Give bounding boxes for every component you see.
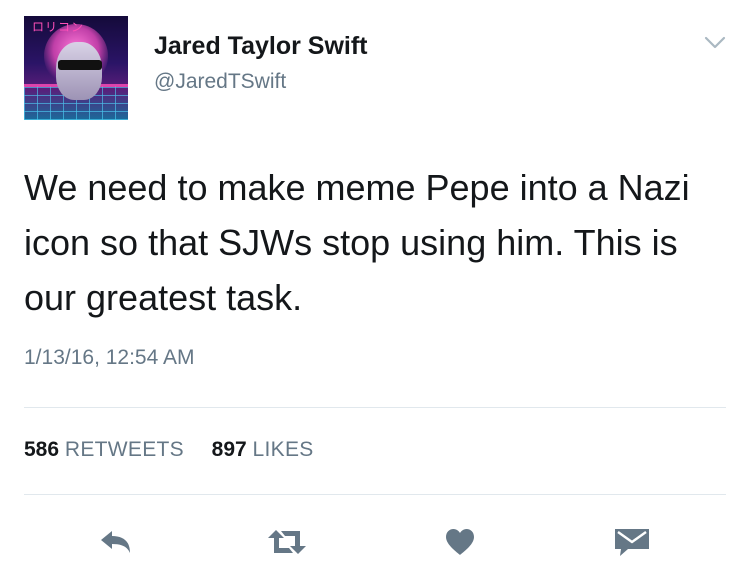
retweets-count[interactable]: 586 xyxy=(24,438,59,461)
reply-button[interactable] xyxy=(94,522,138,562)
heart-icon xyxy=(444,528,476,556)
retweet-icon xyxy=(267,528,307,556)
avatar[interactable]: ロリコン xyxy=(24,16,128,120)
direct-message-button[interactable] xyxy=(610,522,654,562)
tweet-text: We need to make meme Pepe into a Nazi ic… xyxy=(24,167,690,318)
divider-bottom xyxy=(24,494,726,495)
avatar-bust-graphic xyxy=(56,42,102,100)
likes-label[interactable]: LIKES xyxy=(253,438,314,461)
author-handle[interactable]: @JaredTSwift xyxy=(154,70,286,94)
tweet-header: ロリコン Jared Taylor Swift @JaredTSwift xyxy=(24,16,726,120)
chevron-down-icon[interactable] xyxy=(704,36,726,50)
divider-top xyxy=(24,407,726,408)
retweets-label[interactable]: RETWEETS xyxy=(65,438,184,461)
reply-icon xyxy=(99,529,133,555)
author-name[interactable]: Jared Taylor Swift xyxy=(154,32,368,61)
tweet-timestamp[interactable]: 1/13/16, 12:54 AM xyxy=(24,346,194,370)
tweet-actions xyxy=(0,516,750,566)
like-button[interactable] xyxy=(438,522,482,562)
avatar-sunglasses-graphic xyxy=(58,60,102,70)
retweet-button[interactable] xyxy=(265,522,309,562)
likes-count[interactable]: 897 xyxy=(212,438,247,461)
direct-message-icon xyxy=(614,527,650,557)
avatar-logo-text: ロリコン xyxy=(32,20,85,34)
tweet-stats: 586 RETWEETS 897 LIKES xyxy=(24,438,314,462)
